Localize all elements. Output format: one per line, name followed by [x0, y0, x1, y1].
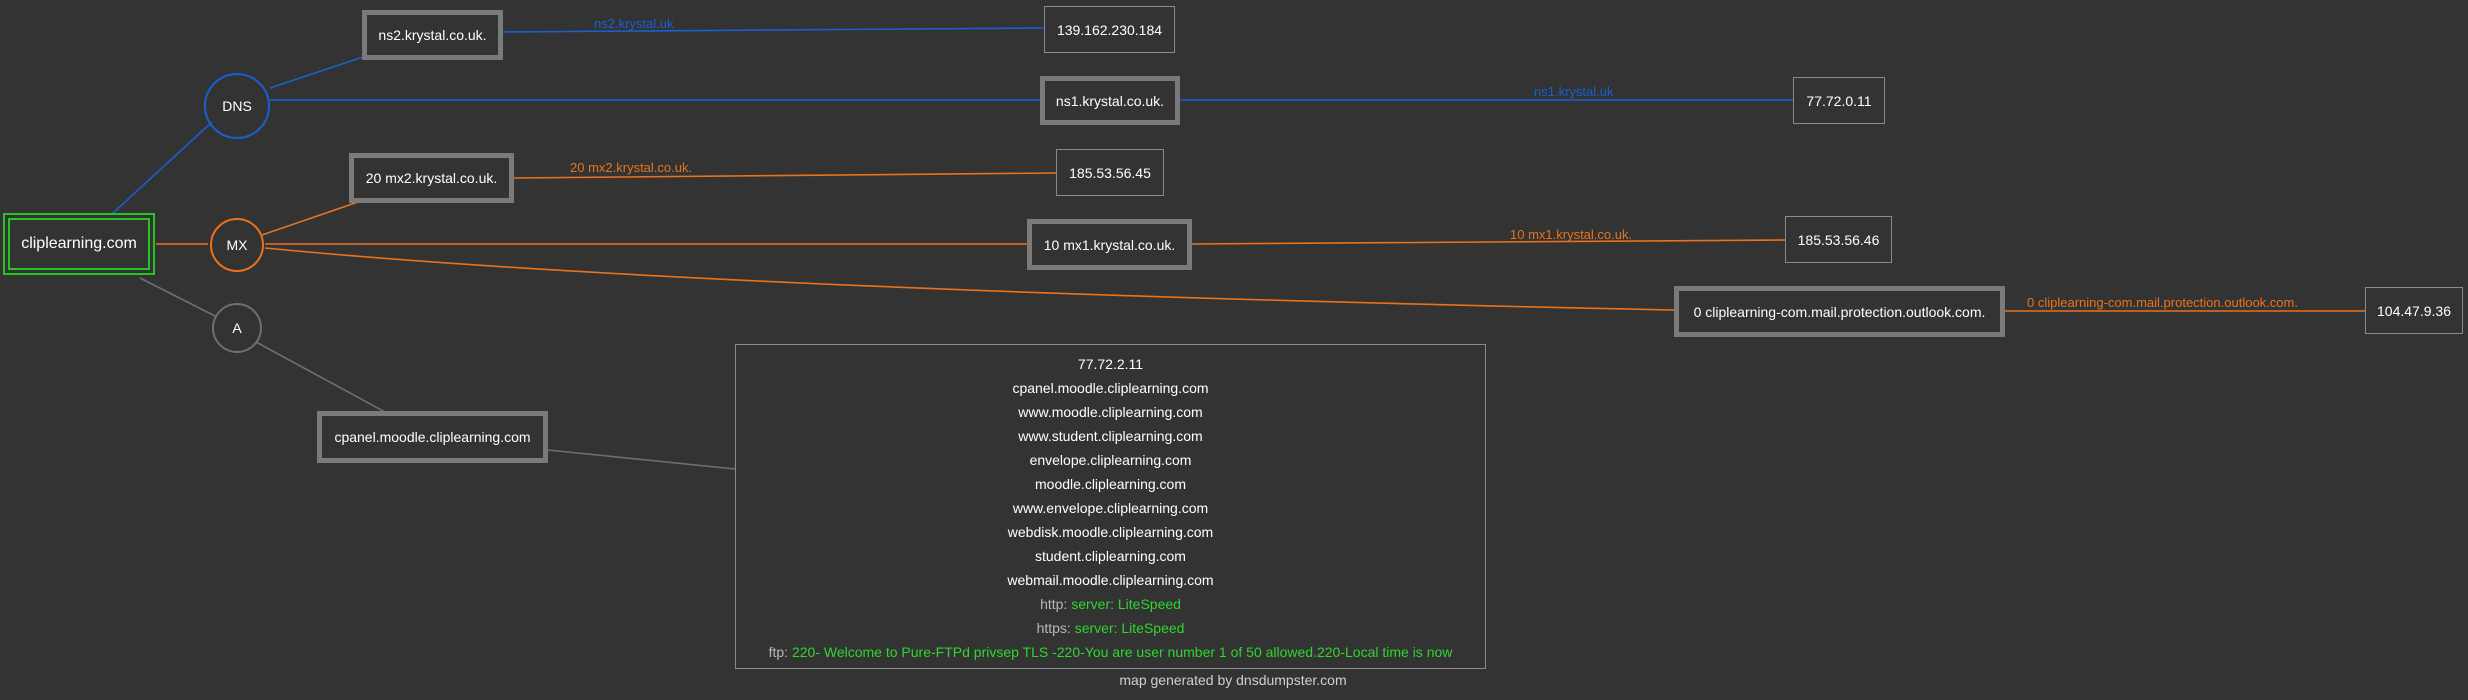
- outlook-host-label: 0 cliplearning-com.mail.protection.outlo…: [1693, 303, 1986, 320]
- mx1-ip-node[interactable]: 185.53.56.46: [1785, 216, 1892, 263]
- hostname-item: www.student.cliplearning.com: [1018, 428, 1203, 444]
- a-group-label: A: [232, 320, 242, 336]
- hostname-item: envelope.cliplearning.com: [1029, 452, 1192, 468]
- mx1-host-label: 10 mx1.krystal.co.uk.: [1043, 236, 1176, 253]
- outlook-ip-label: 104.47.9.36: [2377, 302, 2451, 319]
- host-detail-panel: 77.72.2.11 cpanel.moodle.cliplearning.co…: [735, 344, 1486, 669]
- edge-mx-to-outlook: [264, 247, 1675, 311]
- hostname-item: student.cliplearning.com: [1035, 548, 1186, 564]
- edge-cpanel-to-host: [547, 449, 736, 470]
- ns2-host-node[interactable]: ns2.krystal.co.uk.: [362, 10, 503, 60]
- service-http-row: http: server: LiteSpeed: [736, 592, 1485, 616]
- mx2-ip-label: 185.53.56.45: [1069, 164, 1151, 181]
- service-ftp-row: ftp: 220- Welcome to Pure-FTPd privsep T…: [736, 640, 1485, 664]
- hostname-item: www.moodle.cliplearning.com: [1018, 404, 1203, 420]
- edge-mx1-to-ip: [1190, 239, 1786, 245]
- outlook-host-node[interactable]: 0 cliplearning-com.mail.protection.outlo…: [1674, 286, 2005, 337]
- dns-group-node[interactable]: DNS: [204, 73, 270, 139]
- mx2-ip-node[interactable]: 185.53.56.45: [1056, 149, 1164, 196]
- service-ftp-value: 220- Welcome to Pure-FTPd privsep TLS -2…: [791, 644, 1453, 660]
- cpanel-host-label: cpanel.moodle.cliplearning.com: [334, 429, 531, 445]
- service-http-label: http:: [1040, 596, 1068, 612]
- edge-root-to-a: [139, 277, 216, 317]
- service-http-value: server: LiteSpeed: [1071, 596, 1181, 612]
- mx-group-label: MX: [226, 237, 248, 253]
- edge-mx-to-mx2: [261, 201, 359, 236]
- service-https-value: server: LiteSpeed: [1074, 620, 1185, 636]
- root-domain-label: cliplearning.com: [21, 235, 137, 252]
- mx-group-node[interactable]: MX: [210, 218, 264, 272]
- mx2-host-node[interactable]: 20 mx2.krystal.co.uk.: [349, 153, 514, 203]
- map-credit-footer: map generated by dnsdumpster.com: [1119, 672, 1347, 688]
- mx1-host-node[interactable]: 10 mx1.krystal.co.uk.: [1027, 219, 1192, 270]
- mx1-ip-label: 185.53.56.46: [1797, 231, 1880, 248]
- dns-map: cliplearning.com DNS MX A ns2.krystal.co…: [0, 0, 2468, 700]
- ns2-host-label: ns2.krystal.co.uk.: [378, 27, 487, 43]
- service-ftp-label: ftp:: [768, 644, 789, 660]
- edge-ns2-to-ip: [501, 27, 1045, 33]
- root-domain-node[interactable]: cliplearning.com: [3, 213, 155, 275]
- edge-label-ns1: ns1.krystal.uk: [1534, 84, 1614, 99]
- hostname-item: www.envelope.cliplearning.com: [1012, 500, 1209, 516]
- a-group-node[interactable]: A: [212, 303, 262, 353]
- edge-label-mx1: 10 mx1.krystal.co.uk.: [1510, 227, 1633, 242]
- edge-label-mx2: 20 mx2.krystal.co.uk.: [570, 160, 693, 175]
- ns1-ip-label: 77.72.0.11: [1806, 92, 1872, 109]
- edge-label-ns2: ns2.krystal.uk: [594, 16, 674, 31]
- host-ip: 77.72.2.11: [1077, 356, 1144, 372]
- edge-dns-to-ns2: [269, 56, 364, 89]
- ns2-ip-label: 139.162.230.184: [1056, 21, 1163, 38]
- mx2-host-label: 20 mx2.krystal.co.uk.: [365, 170, 498, 186]
- ns1-ip-node[interactable]: 77.72.0.11: [1793, 77, 1885, 124]
- outlook-ip-node[interactable]: 104.47.9.36: [2365, 287, 2463, 334]
- edge-a-to-cpanel: [255, 341, 386, 413]
- hostname-item: webdisk.moodle.cliplearning.com: [1007, 524, 1214, 540]
- ns1-host-node[interactable]: ns1.krystal.co.uk.: [1040, 76, 1180, 125]
- hostname-item: moodle.cliplearning.com: [1035, 476, 1186, 492]
- service-https-label: https:: [1036, 620, 1071, 636]
- ns1-host-label: ns1.krystal.co.uk.: [1055, 92, 1165, 109]
- edge-label-outlook: 0 cliplearning-com.mail.protection.outlo…: [2027, 295, 2298, 310]
- ns2-ip-node[interactable]: 139.162.230.184: [1044, 6, 1175, 53]
- dns-group-label: DNS: [222, 98, 252, 114]
- cpanel-host-node[interactable]: cpanel.moodle.cliplearning.com: [317, 411, 548, 463]
- service-https-row: https: server: LiteSpeed: [736, 616, 1485, 640]
- hostname-item: cpanel.moodle.cliplearning.com: [1012, 380, 1209, 396]
- edge-root-to-dns: [111, 121, 213, 215]
- hostname-item: webmail.moodle.cliplearning.com: [1007, 572, 1214, 588]
